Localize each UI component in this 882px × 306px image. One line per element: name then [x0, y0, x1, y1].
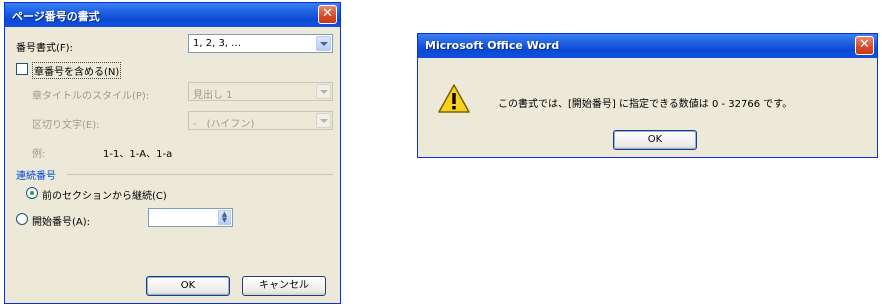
spin-arrows-icon[interactable]: ▲ ▼ — [218, 210, 231, 225]
dialog-title-bar[interactable]: ページ番号の書式 ✕ — [5, 3, 340, 27]
cancel-button[interactable]: キャンセル — [242, 276, 326, 296]
chapter-style-label: 章タイトルのスタイル(P): — [32, 91, 150, 102]
include-chapter-checkbox[interactable] — [16, 63, 28, 75]
close-icon: ✕ — [322, 6, 333, 21]
separator-label: 区切り文字(E): — [32, 120, 100, 131]
number-format-label: 番号書式(F): — [16, 43, 73, 54]
start-at-radio[interactable] — [16, 213, 28, 225]
example-value: 1-1、1-A、1-a — [103, 149, 173, 160]
dialog-title: ページ番号の書式 — [12, 10, 100, 23]
message-box-title: Microsoft Office Word — [425, 39, 560, 52]
continue-radio[interactable] — [26, 187, 38, 199]
message-text: この書式では、[開始番号] に指定できる数値は 0 - 32766 です。 — [498, 99, 793, 110]
message-ok-button[interactable]: OK — [613, 130, 697, 150]
chevron-down-icon — [316, 113, 331, 128]
numbering-section-label: 連続番号 — [16, 171, 56, 182]
ok-button[interactable]: OK — [146, 276, 230, 296]
message-box-title-bar[interactable]: Microsoft Office Word ✕ — [418, 34, 877, 58]
start-at-spinner[interactable]: ▲ ▼ — [148, 208, 233, 227]
chapter-style-value: 見出し 1 — [193, 90, 233, 101]
section-divider — [67, 174, 333, 175]
example-label: 例: — [32, 149, 46, 160]
close-button[interactable]: ✕ — [855, 36, 874, 55]
separator-select[interactable]: - (ハイフン) — [188, 111, 333, 130]
start-at-label[interactable]: 開始番号(A): — [32, 213, 90, 228]
continue-label[interactable]: 前のセクションから継続(C) — [42, 187, 167, 202]
chevron-down-icon — [316, 36, 331, 51]
chevron-down-icon — [316, 84, 331, 99]
close-button[interactable]: ✕ — [318, 5, 337, 24]
chapter-style-select[interactable]: 見出し 1 — [188, 82, 333, 101]
separator-value: - (ハイフン) — [193, 119, 255, 130]
number-format-value: 1, 2, 3, … — [193, 38, 242, 49]
word-message-box: Microsoft Office Word ✕ この書式では、[開始番号] に指… — [417, 33, 878, 158]
include-chapter-label[interactable]: 章番号を含める(N) — [32, 62, 122, 79]
close-icon: ✕ — [859, 37, 870, 52]
warning-icon — [438, 84, 470, 113]
number-format-select[interactable]: 1, 2, 3, … — [188, 34, 333, 53]
page-number-format-dialog: ページ番号の書式 ✕ 番号書式(F): 1, 2, 3, … 章番号を含める(N… — [4, 2, 341, 304]
